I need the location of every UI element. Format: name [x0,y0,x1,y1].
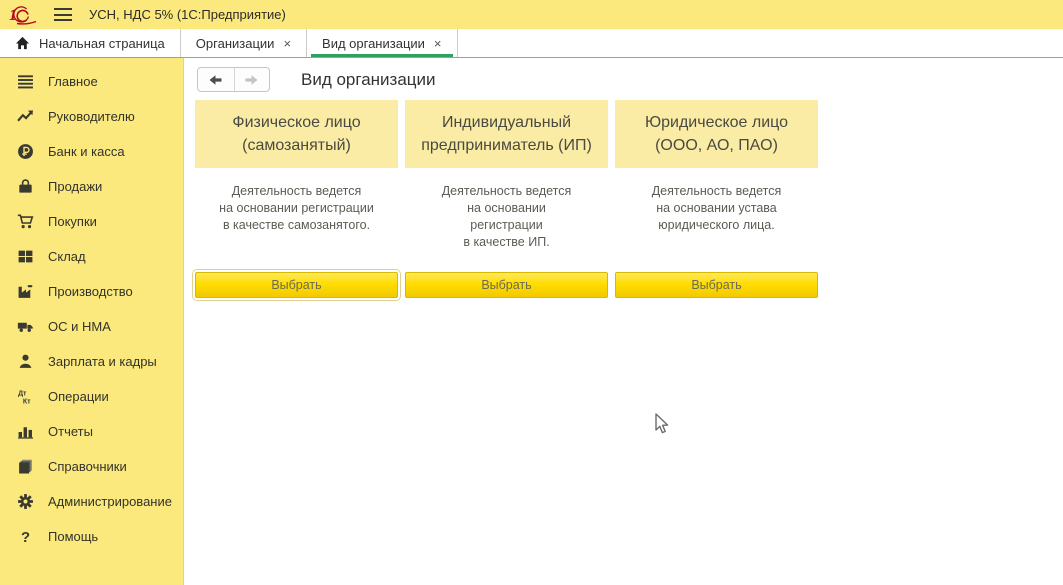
card-title: Индивидуальный предприниматель (ИП) [405,100,608,168]
select-button-legal-entity[interactable]: Выбрать [615,272,818,298]
person-icon [17,353,34,370]
titlebar: 1 УСН, НДС 5% (1С:Предприятие) [0,0,1063,29]
main-content: Вид организации Физическое лицо (самозан… [184,58,1063,585]
card-description: Деятельность ведется на основании устава… [615,168,818,272]
history-nav-group [197,67,270,92]
menu-lines-icon [17,73,34,90]
home-icon [15,36,30,50]
forward-button[interactable] [234,68,270,91]
sidebar-item-label: Отчеты [48,424,93,439]
card-description: Деятельность ведется на основании регист… [405,168,608,272]
cart-icon [17,213,34,230]
sidebar-item-operations[interactable]: ДтКт Операции [0,379,183,414]
select-button-selfemployed[interactable]: Выбрать [195,272,398,298]
ruble-circle-icon [17,143,34,160]
1c-logo-icon: 1 [9,5,39,25]
arrow-left-icon [208,74,223,86]
sidebar-item-label: Операции [48,389,109,404]
question-icon: ? [17,528,34,545]
card-legal-entity: Юридическое лицо (ООО, АО, ПАО) Деятельн… [615,100,818,298]
close-icon[interactable]: × [283,37,291,50]
warehouse-icon [17,248,34,265]
sidebar-item-manager[interactable]: Руководителю [0,99,183,134]
sidebar-item-label: Зарплата и кадры [48,354,157,369]
tab-label: Организации [196,36,275,51]
sidebar-item-directories[interactable]: Справочники [0,449,183,484]
sidebar-item-payroll-hr[interactable]: Зарплата и кадры [0,344,183,379]
sidebar-item-label: Склад [48,249,86,264]
sidebar-item-label: Производство [48,284,133,299]
card-individual-selfemployed: Физическое лицо (самозанятый) Деятельнос… [195,100,398,298]
back-button[interactable] [198,68,234,91]
tab-label: Вид организации [322,36,425,51]
sidebar-item-administration[interactable]: Администрирование [0,484,183,519]
bag-icon [17,178,34,195]
bar-chart-icon [17,423,34,440]
sidebar-item-reports[interactable]: Отчеты [0,414,183,449]
sidebar-item-label: ОС и НМА [48,319,111,334]
sidebar-item-label: Справочники [48,459,127,474]
factory-icon [17,283,34,300]
sidebar-item-bank-cash[interactable]: Банк и касса [0,134,183,169]
truck-icon [17,318,34,335]
svg-text:Дт: Дт [18,390,27,397]
sidebar-item-help[interactable]: ? Помощь [0,519,183,554]
sidebar-item-label: Администрирование [48,494,172,509]
sidebar-item-warehouse[interactable]: Склад [0,239,183,274]
sidebar-item-label: Главное [48,74,98,89]
sidebar-item-label: Продажи [48,179,102,194]
card-entrepreneur: Индивидуальный предприниматель (ИП) Деят… [405,100,608,298]
tab-label: Начальная страница [39,36,165,51]
debit-credit-icon: ДтКт [17,388,34,405]
sidebar-item-purchases[interactable]: Покупки [0,204,183,239]
sidebar-item-label: Покупки [48,214,97,229]
tab-bar: Начальная страница Организации × Вид орг… [0,29,1063,58]
card-title: Юридическое лицо (ООО, АО, ПАО) [615,100,818,168]
sidebar-item-fixed-assets[interactable]: ОС и НМА [0,309,183,344]
sidebar: Главное Руководителю Банк и касса Продаж… [0,58,184,585]
sidebar-item-label: Банк и касса [48,144,125,159]
card-title: Физическое лицо (самозанятый) [195,100,398,168]
window-title: УСН, НДС 5% (1С:Предприятие) [89,7,286,22]
sidebar-item-production[interactable]: Производство [0,274,183,309]
page-title: Вид организации [301,70,436,90]
main-menu-icon[interactable] [54,8,72,21]
svg-text:?: ? [21,530,30,545]
tab-home[interactable]: Начальная страница [0,29,181,57]
sidebar-item-label: Помощь [48,529,98,544]
tab-organizations[interactable]: Организации × [181,29,307,57]
trend-arrow-icon [17,108,34,125]
tab-organization-type[interactable]: Вид организации × [307,29,457,57]
sidebar-item-label: Руководителю [48,109,135,124]
card-description: Деятельность ведется на основании регист… [195,168,398,272]
arrow-right-icon [244,74,259,86]
select-button-entrepreneur[interactable]: Выбрать [405,272,608,298]
sidebar-item-sales[interactable]: Продажи [0,169,183,204]
organization-type-cards: Физическое лицо (самозанятый) Деятельнос… [195,100,818,298]
svg-text:Кт: Кт [23,398,31,405]
books-icon [17,458,34,475]
sidebar-item-main[interactable]: Главное [0,64,183,99]
gear-icon [17,493,34,510]
close-icon[interactable]: × [434,37,442,50]
